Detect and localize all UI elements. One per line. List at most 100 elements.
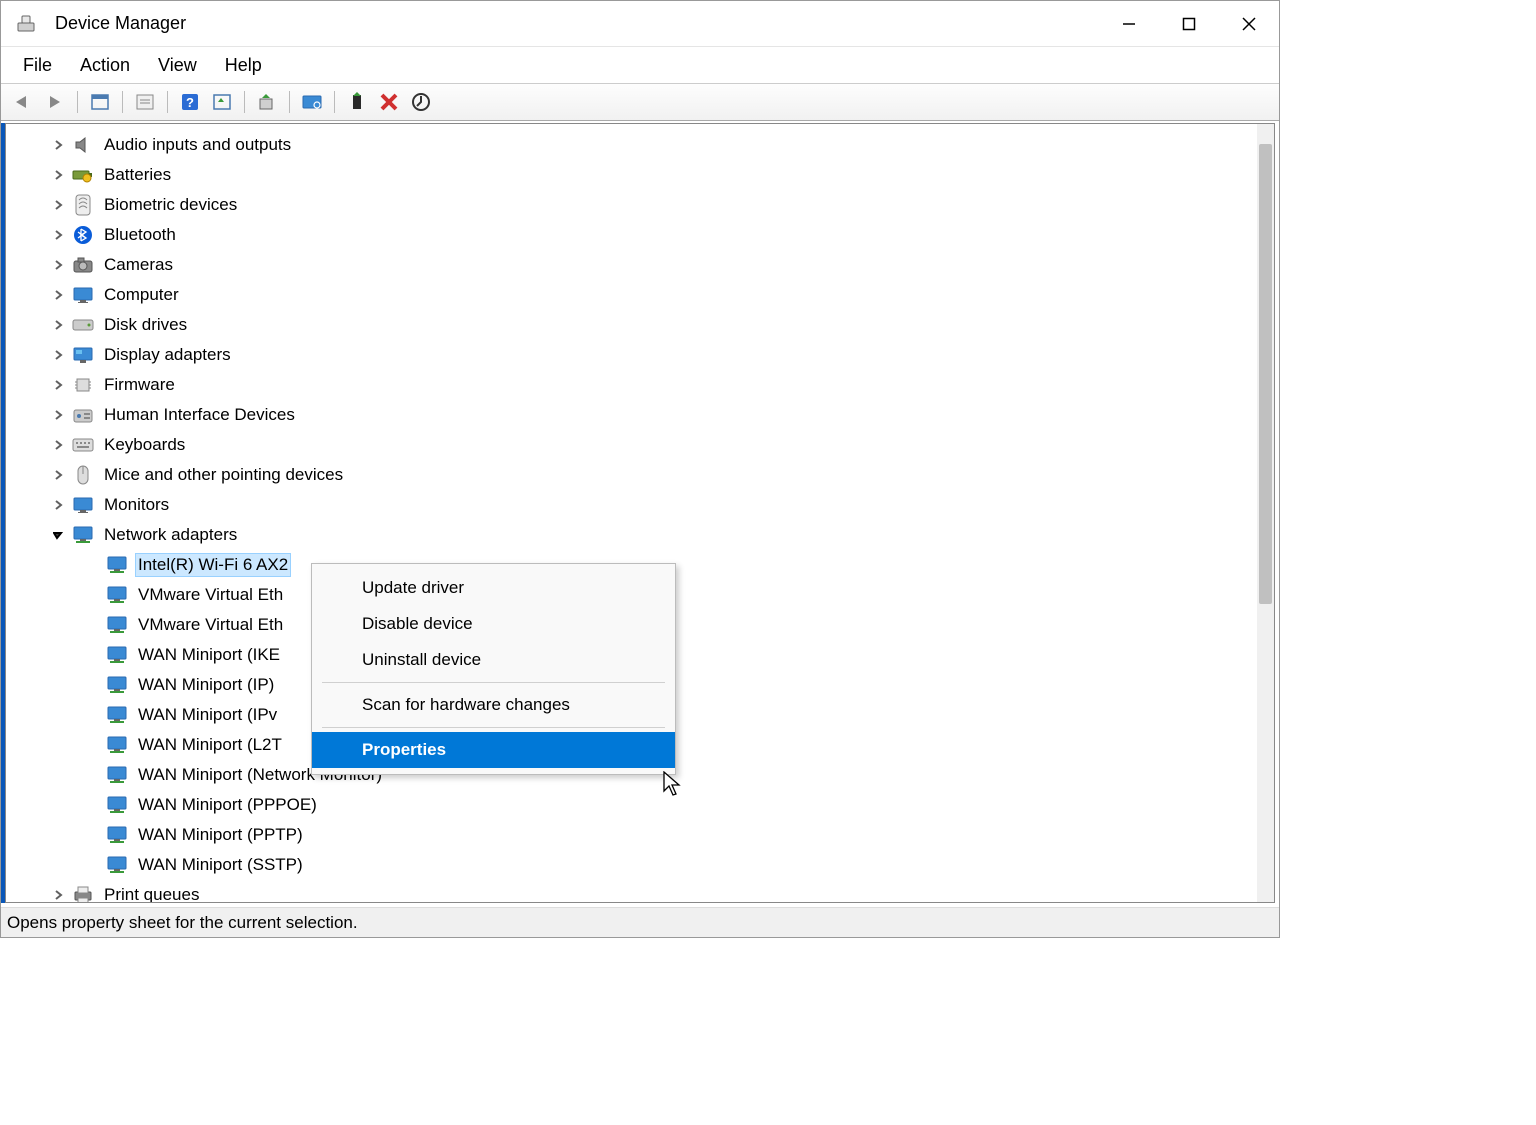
disk-icon [72, 314, 94, 336]
properties-button[interactable] [208, 88, 236, 116]
chip-icon [72, 374, 94, 396]
close-button[interactable] [1219, 1, 1279, 47]
battery-icon [72, 164, 94, 186]
tree-device[interactable]: WAN Miniport (PPTP) [6, 820, 1274, 850]
tree-item-label: Human Interface Devices [102, 404, 297, 426]
tree-category[interactable]: Bluetooth [6, 220, 1274, 250]
tree-category[interactable]: Disk drives [6, 310, 1274, 340]
tree-item-label: VMware Virtual Eth [136, 584, 285, 606]
chevron-down-icon[interactable] [50, 527, 66, 543]
show-hidden-button[interactable] [86, 88, 114, 116]
chevron-right-icon[interactable] [50, 347, 66, 363]
enable-button[interactable] [343, 88, 371, 116]
maximize-button[interactable] [1159, 1, 1219, 47]
keyboard-icon [72, 434, 94, 456]
device-tree[interactable]: Audio inputs and outputs Batteries Biometr… [6, 124, 1274, 903]
tree-item-label: Batteries [102, 164, 173, 186]
menu-view[interactable]: View [144, 49, 211, 82]
tree-category[interactable]: Batteries [6, 160, 1274, 190]
app-icon [15, 13, 37, 35]
tree-item-label: WAN Miniport (L2T [136, 734, 284, 756]
chevron-right-icon[interactable] [50, 287, 66, 303]
tree-item-label: Keyboards [102, 434, 187, 456]
tree-item-label: WAN Miniport (IKE [136, 644, 282, 666]
context-menu-item[interactable]: Uninstall device [312, 642, 675, 678]
chevron-right-icon[interactable] [50, 317, 66, 333]
chevron-right-icon[interactable] [50, 167, 66, 183]
chevron-right-icon[interactable] [50, 887, 66, 903]
bluetooth-icon [72, 224, 94, 246]
back-button[interactable] [9, 88, 37, 116]
menu-file[interactable]: File [9, 49, 66, 82]
tree-item-label: Intel(R) Wi-Fi 6 AX2 [136, 554, 290, 576]
network-icon [106, 674, 128, 696]
tree-category[interactable]: Mice and other pointing devices [6, 460, 1274, 490]
chevron-right-icon[interactable] [50, 227, 66, 243]
context-menu-item[interactable]: Disable device [312, 606, 675, 642]
context-menu-item[interactable]: Scan for hardware changes [312, 687, 675, 723]
tree-item-label: WAN Miniport (IPv [136, 704, 279, 726]
toolbar-separator [334, 91, 335, 113]
svg-text:?: ? [186, 95, 194, 110]
context-menu-item[interactable]: Update driver [312, 570, 675, 606]
minimize-button[interactable] [1099, 1, 1159, 47]
status-text: Opens property sheet for the current sel… [7, 913, 358, 933]
tree-item-label: Biometric devices [102, 194, 239, 216]
toolbar-separator [289, 91, 290, 113]
statusbar: Opens property sheet for the current sel… [1, 907, 1279, 937]
tree-category[interactable]: Human Interface Devices [6, 400, 1274, 430]
network-icon [106, 704, 128, 726]
tree-item-label: WAN Miniport (PPPOE) [136, 794, 319, 816]
tree-category[interactable]: Monitors [6, 490, 1274, 520]
toolbar-separator [77, 91, 78, 113]
tree-category[interactable]: Network adapters [6, 520, 1274, 550]
printer-icon [72, 884, 94, 903]
forward-button[interactable] [41, 88, 69, 116]
tree-category[interactable]: Print queues [6, 880, 1274, 903]
toolbar-separator [244, 91, 245, 113]
window-left-edge [1, 123, 5, 903]
scrollbar-thumb[interactable] [1259, 144, 1272, 604]
tree-category[interactable]: Computer [6, 280, 1274, 310]
tree-category[interactable]: Display adapters [6, 340, 1274, 370]
context-menu-item[interactable]: Properties [312, 732, 675, 768]
tree-category[interactable]: Cameras [6, 250, 1274, 280]
menu-action[interactable]: Action [66, 49, 144, 82]
monitor-icon [72, 494, 94, 516]
hid-icon [72, 404, 94, 426]
tree-category[interactable]: Audio inputs and outputs [6, 130, 1274, 160]
network-icon [106, 644, 128, 666]
tree-category[interactable]: Keyboards [6, 430, 1274, 460]
chevron-right-icon[interactable] [50, 467, 66, 483]
update-driver-button[interactable] [253, 88, 281, 116]
tree-item-label: Monitors [102, 494, 171, 516]
window-title: Device Manager [55, 13, 186, 34]
tree-item-label: Bluetooth [102, 224, 178, 246]
chevron-right-icon[interactable] [50, 197, 66, 213]
help-button[interactable]: ? [176, 88, 204, 116]
disable-button[interactable] [407, 88, 435, 116]
network-icon [106, 614, 128, 636]
chevron-right-icon[interactable] [50, 407, 66, 423]
chevron-right-icon[interactable] [50, 137, 66, 153]
menu-help[interactable]: Help [211, 49, 276, 82]
uninstall-button[interactable] [375, 88, 403, 116]
tree-device[interactable]: WAN Miniport (PPPOE) [6, 790, 1274, 820]
tree-category[interactable]: Firmware [6, 370, 1274, 400]
network-icon [106, 794, 128, 816]
monitor-icon [72, 284, 94, 306]
tree-category[interactable]: Biometric devices [6, 190, 1274, 220]
properties-sheet-button[interactable] [131, 88, 159, 116]
chevron-right-icon[interactable] [50, 437, 66, 453]
chevron-right-icon[interactable] [50, 377, 66, 393]
toolbar: ? [1, 83, 1279, 121]
chevron-right-icon[interactable] [50, 257, 66, 273]
chevron-right-icon[interactable] [50, 497, 66, 513]
context-menu-separator [322, 682, 665, 683]
fingerprint-icon [72, 194, 94, 216]
scrollbar-vertical[interactable] [1257, 124, 1274, 902]
scan-button[interactable] [298, 88, 326, 116]
menubar: File Action View Help [1, 47, 1279, 83]
tree-device[interactable]: WAN Miniport (SSTP) [6, 850, 1274, 880]
context-menu-separator [322, 727, 665, 728]
